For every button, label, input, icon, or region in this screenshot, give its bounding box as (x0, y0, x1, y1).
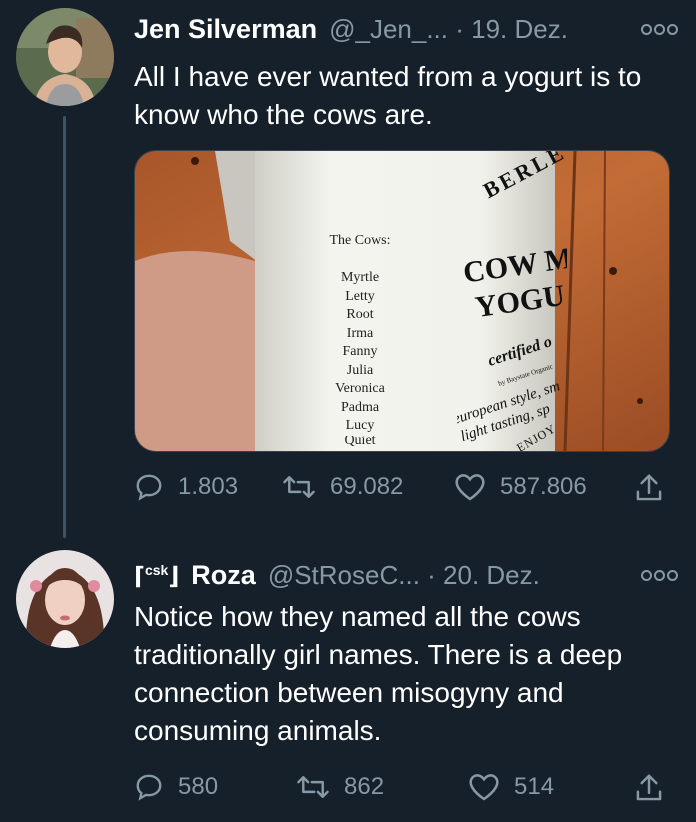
tweet-header: Jen Silverman @_Jen_... · 19. Dez. (134, 14, 568, 45)
cows-heading: The Cows: (329, 233, 391, 248)
share-icon (634, 772, 664, 804)
reply-button[interactable]: 1.803 (134, 472, 238, 502)
retweet-count: 69.082 (330, 473, 404, 500)
reply-icon (134, 472, 164, 502)
handle-and-date[interactable]: @_Jen_... · 19. Dez. (329, 14, 568, 45)
cow-name: Letty (345, 288, 375, 304)
tweet-actions: 1.803 69.082 587.806 (134, 472, 670, 512)
csk-suffix: ⌋ (168, 563, 180, 590)
tweet-media-image[interactable]: The Cows: Myrtle Letty Root Irma Fanny J… (134, 150, 670, 452)
csk-tag-text: csk (144, 562, 169, 578)
share-button[interactable] (634, 772, 664, 804)
reply-count: 580 (178, 773, 219, 800)
brand-text: BERLE (479, 151, 567, 204)
cow-name: Root (346, 307, 374, 322)
tweet-header: ⌈csk⌋ Roza @StRoseC... · 20. Dez. (134, 560, 540, 591)
cow-name: Lucy (345, 418, 375, 433)
display-name[interactable]: Roza (191, 560, 256, 591)
tweet-jen-silverman[interactable]: Jen Silverman @_Jen_... · 19. Dez. All I… (0, 0, 696, 540)
cows-label: The Cows: Myrtle Letty Root Irma Fanny J… (295, 233, 425, 446)
reply-count: 1.803 (178, 473, 239, 500)
tweet-roza[interactable]: ⌈csk⌋ Roza @StRoseC... · 20. Dez. Notice… (0, 540, 696, 822)
like-count: 587.806 (500, 473, 587, 500)
more-icon[interactable] (641, 24, 678, 35)
cow-name: Irma (346, 325, 374, 341)
cow-name: Myrtle (340, 270, 380, 285)
cow-name: Fanny (342, 344, 378, 359)
reply-icon (134, 772, 164, 802)
like-icon (468, 772, 500, 802)
retweet-count: 862 (344, 773, 385, 800)
brand-label: BERLE COW M YOGU certified o by Baystate… (457, 151, 567, 451)
avatar[interactable] (16, 550, 114, 648)
cow-name: Quiet (344, 435, 376, 446)
handle-and-date[interactable]: @StRoseC... · 20. Dez. (268, 560, 540, 591)
csk-tag: ⌈csk⌋ (134, 562, 179, 591)
cow-name: Padma (340, 399, 380, 415)
retweet-button[interactable]: 69.082 (282, 472, 403, 502)
like-icon (454, 472, 486, 502)
like-button[interactable]: 587.806 (454, 472, 587, 502)
csk-prefix: ⌈ (134, 563, 145, 590)
tweet-text: All I have ever wanted from a yogurt is … (134, 61, 642, 130)
like-count: 514 (514, 773, 555, 800)
tweet-actions: 580 862 514 (134, 772, 670, 812)
retweet-icon (296, 772, 330, 802)
retweet-icon (282, 472, 316, 502)
cow-name: Veronica (335, 381, 385, 396)
more-icon[interactable] (641, 570, 678, 581)
retweet-button[interactable]: 862 (296, 772, 384, 802)
avatar[interactable] (16, 8, 114, 106)
like-button[interactable]: 514 (468, 772, 554, 802)
display-name[interactable]: Jen Silverman (134, 14, 317, 45)
cow-name: Julia (346, 362, 374, 378)
share-icon (634, 472, 664, 504)
share-button[interactable] (634, 472, 664, 504)
tweet-text: Notice how they named all the cows tradi… (134, 601, 623, 746)
reply-button[interactable]: 580 (134, 772, 218, 802)
